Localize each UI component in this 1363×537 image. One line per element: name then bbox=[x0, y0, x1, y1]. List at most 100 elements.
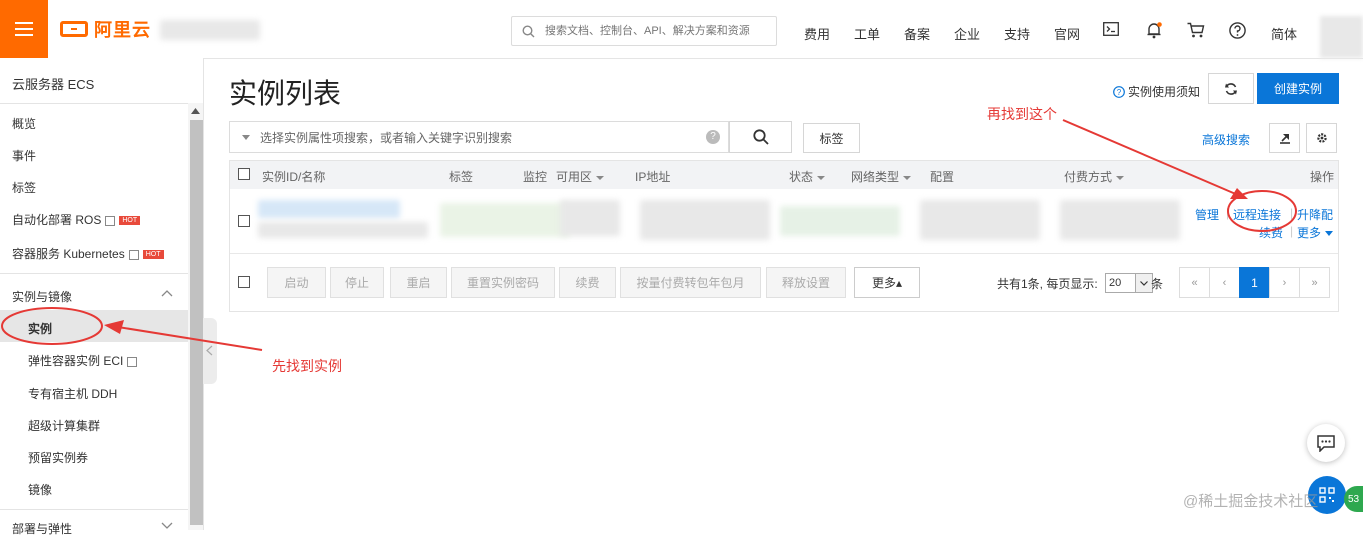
select-all-checkbox[interactable] bbox=[238, 168, 250, 180]
instance-id-blurred[interactable] bbox=[258, 200, 400, 218]
footer-select-all-checkbox[interactable] bbox=[238, 276, 250, 288]
caret-down-icon bbox=[903, 175, 912, 180]
sidebar-item-images[interactable]: 镜像 bbox=[28, 481, 52, 498]
sidebar-collapse-handle[interactable] bbox=[203, 318, 217, 384]
tags-monitor-blurred bbox=[440, 203, 570, 237]
prev-page-button[interactable]: ‹ bbox=[1209, 267, 1240, 298]
chevron-up-icon[interactable] bbox=[161, 290, 173, 297]
sidebar-item-reserved[interactable]: 预留实例券 bbox=[28, 449, 88, 466]
aliyun-logo[interactable]: 阿里云 bbox=[60, 16, 151, 42]
billing-blurred bbox=[1060, 200, 1180, 240]
export-button[interactable] bbox=[1269, 123, 1300, 153]
settings-button[interactable] bbox=[1306, 123, 1337, 153]
renew-button[interactable]: 续费 bbox=[559, 267, 616, 298]
page-size-unit: 条 bbox=[1151, 277, 1164, 291]
chat-icon bbox=[1317, 434, 1335, 452]
nav-fees[interactable]: 费用 bbox=[804, 24, 830, 43]
chevron-left-icon bbox=[206, 345, 213, 356]
sidebar-item-ddh[interactable]: 专有宿主机 DDH bbox=[28, 385, 117, 402]
more-actions-link[interactable]: 更多 bbox=[1297, 224, 1334, 241]
nav-official-site[interactable]: 官网 bbox=[1054, 24, 1080, 43]
scroll-up-icon[interactable] bbox=[191, 108, 200, 114]
tag-filter-button[interactable]: 标签 bbox=[803, 123, 860, 153]
sidebar-item-ros[interactable]: 自动化部署 ROS HOT bbox=[12, 211, 141, 228]
sidebar-item-events[interactable]: 事件 bbox=[12, 147, 36, 164]
next-page-button[interactable]: › bbox=[1269, 267, 1300, 298]
column-label: 网络类型 bbox=[851, 170, 900, 184]
upgrade-downgrade-link[interactable]: 升降配 bbox=[1297, 206, 1333, 223]
avatar[interactable] bbox=[1320, 16, 1363, 58]
nav-icp[interactable]: 备案 bbox=[904, 24, 930, 43]
caret-down-icon bbox=[1325, 231, 1334, 237]
help-icon[interactable] bbox=[1229, 22, 1246, 39]
sidebar-group-instances-images[interactable]: 实例与镜像 bbox=[12, 288, 72, 305]
menu-icon[interactable] bbox=[0, 0, 48, 58]
convert-to-subscription-button[interactable]: 按量付费转包年包月 bbox=[620, 267, 761, 298]
highlight-ellipse-instances bbox=[1, 307, 103, 345]
restart-button[interactable]: 重启 bbox=[390, 267, 447, 298]
more-button[interactable]: 更多▴ bbox=[854, 267, 920, 298]
caret-down-icon bbox=[596, 175, 605, 180]
instance-name-blurred bbox=[258, 222, 428, 238]
release-settings-button[interactable]: 释放设置 bbox=[766, 267, 846, 298]
chat-float-button[interactable] bbox=[1307, 424, 1345, 462]
bell-icon[interactable] bbox=[1146, 22, 1162, 39]
annotation-step1: 先找到实例 bbox=[272, 358, 342, 374]
manage-link[interactable]: 管理 bbox=[1195, 206, 1219, 223]
sidebar-divider bbox=[0, 509, 188, 510]
reset-password-button[interactable]: 重置实例密码 bbox=[451, 267, 555, 298]
instance-notice-link[interactable]: ? 实例使用须知 bbox=[1113, 83, 1200, 100]
column-config: 配置 bbox=[930, 170, 955, 184]
instance-filter-bar[interactable]: 选择实例属性项搜索，或者输入关键字识别搜索 ? bbox=[229, 121, 729, 153]
caret-down-icon bbox=[817, 175, 826, 180]
advanced-search-link[interactable]: 高级搜索 bbox=[1202, 131, 1250, 148]
help-icon[interactable]: ? bbox=[706, 130, 720, 144]
column-billing[interactable]: 付费方式 bbox=[1064, 168, 1125, 185]
terminal-icon[interactable] bbox=[1103, 22, 1119, 36]
sidebar-scrollbar-thumb[interactable] bbox=[190, 120, 203, 525]
export-icon bbox=[1279, 134, 1290, 144]
page-1-button[interactable]: 1 bbox=[1239, 267, 1270, 298]
refresh-button[interactable] bbox=[1208, 73, 1254, 104]
sidebar-item-kubernetes[interactable]: 容器服务 Kubernetes HOT bbox=[12, 245, 164, 262]
last-page-button[interactable]: » bbox=[1299, 267, 1330, 298]
sidebar-item-eci[interactable]: 弹性容器实例 ECI bbox=[28, 352, 138, 369]
column-instance-id: 实例ID/名称 bbox=[262, 170, 326, 184]
external-link-icon bbox=[128, 249, 139, 260]
global-search[interactable] bbox=[511, 16, 777, 46]
search-icon bbox=[522, 24, 535, 37]
annotation-step2: 再找到这个 bbox=[987, 106, 1057, 122]
nav-enterprise[interactable]: 企业 bbox=[954, 24, 980, 43]
sidebar-divider bbox=[0, 103, 188, 104]
hot-badge: HOT bbox=[119, 216, 141, 226]
language-switch[interactable]: 简体 bbox=[1271, 24, 1297, 43]
more-label: 更多 bbox=[1297, 226, 1322, 240]
start-button[interactable]: 启动 bbox=[267, 267, 326, 298]
chevron-down-icon[interactable] bbox=[161, 522, 173, 529]
column-zone[interactable]: 可用区 bbox=[556, 168, 605, 185]
page-size-select[interactable]: 20 bbox=[1105, 273, 1153, 293]
search-icon bbox=[752, 129, 769, 145]
first-page-button[interactable]: « bbox=[1179, 267, 1210, 298]
search-input[interactable] bbox=[543, 24, 772, 38]
row-checkbox[interactable] bbox=[238, 215, 250, 227]
dropdown-arrow-icon bbox=[1135, 274, 1152, 292]
nav-tickets[interactable]: 工单 bbox=[854, 24, 880, 43]
sidebar-item-tags[interactable]: 标签 bbox=[12, 179, 36, 196]
logo-mark-icon bbox=[60, 21, 88, 37]
sidebar-item-scc[interactable]: 超级计算集群 bbox=[28, 417, 100, 434]
external-link-icon bbox=[127, 356, 138, 367]
cart-icon[interactable] bbox=[1187, 22, 1205, 38]
sidebar-group-deployment[interactable]: 部署与弹性 bbox=[12, 520, 72, 537]
create-instance-button[interactable]: 创建实例 bbox=[1257, 73, 1339, 104]
sidebar-item-overview[interactable]: 概览 bbox=[12, 115, 36, 132]
nav-support[interactable]: 支持 bbox=[1004, 24, 1030, 43]
remote-connect-link[interactable]: 远程连接 bbox=[1233, 206, 1281, 223]
column-status[interactable]: 状态 bbox=[789, 168, 826, 185]
stop-button[interactable]: 停止 bbox=[330, 267, 384, 298]
notification-count-badge[interactable]: 53 bbox=[1344, 486, 1363, 512]
filter-search-button[interactable] bbox=[729, 121, 792, 153]
caret-down-icon bbox=[242, 134, 250, 140]
renew-link[interactable]: 续费 bbox=[1259, 224, 1283, 241]
column-network[interactable]: 网络类型 bbox=[851, 168, 912, 185]
